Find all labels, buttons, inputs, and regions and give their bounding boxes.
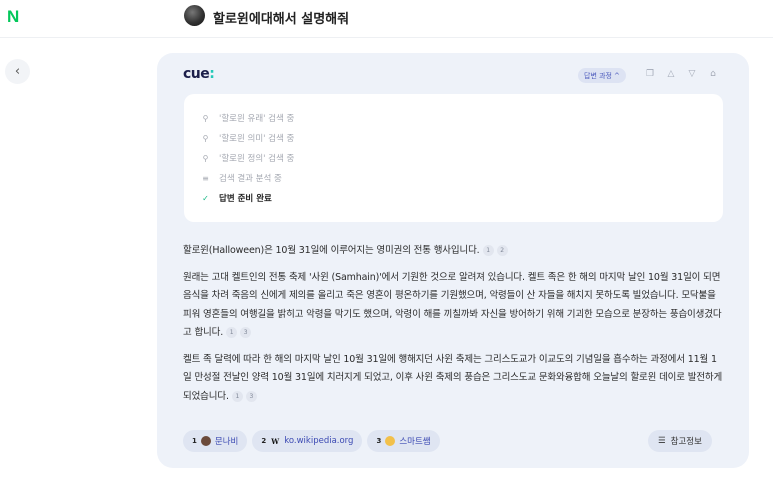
avatar xyxy=(184,5,205,26)
citation-badge[interactable]: 1 xyxy=(482,245,494,256)
source-label: 스마트쌤 xyxy=(399,437,431,447)
back-button[interactable]: ‹ xyxy=(5,59,30,84)
citation-badge[interactable]: 1 xyxy=(231,390,243,402)
source-list: 1 문나비 2 W ko.wikipedia.org 3 스마트쌤 xyxy=(183,430,440,452)
search-icon: ⚲ xyxy=(202,133,209,143)
answer-card: cue: 답변 과정 ^ ❐ △ ▽ ⌂ ⚲ '할로윈 유래' 검색 중 ⚲ '… xyxy=(157,53,749,468)
answer-paragraph: 원래는 고대 켈트인의 전통 축제 '사윈 (Samhain)'에서 기원한 것… xyxy=(183,271,722,338)
search-steps-panel: ⚲ '할로윈 유래' 검색 중 ⚲ '할로윈 의미' 검색 중 ⚲ '할로윈 정… xyxy=(184,94,723,222)
thumbs-up-icon[interactable]: △ xyxy=(665,68,677,80)
step-text: '할로윈 의미' 검색 중 xyxy=(219,134,295,144)
top-bar: N 할로윈에대해서 설명해줘 xyxy=(0,0,773,38)
step-item: ⚲ '할로윈 의미' 검색 중 xyxy=(201,131,295,145)
step-text: '할로윈 유래' 검색 중 xyxy=(219,114,295,124)
step-item: ≡ 검색 결과 분석 중 xyxy=(201,171,282,185)
search-icon: ⚲ xyxy=(202,153,209,163)
wikipedia-icon: W xyxy=(271,436,280,446)
source-label: 문나비 xyxy=(214,437,239,447)
citation-badge[interactable]: 2 xyxy=(496,245,508,256)
answer-process-button[interactable]: 답변 과정 ^ xyxy=(578,68,626,83)
answer-paragraph: 할로윈(Halloween)은 10월 31일에 이루어지는 영미권의 전통 행… xyxy=(183,242,723,261)
reference-label: 참고정보 xyxy=(670,437,702,447)
step-text: 답변 준비 완료 xyxy=(219,194,272,204)
copy-icon[interactable]: ❐ xyxy=(644,68,656,80)
reference-info-button[interactable]: ☰ 참고정보 xyxy=(648,430,712,452)
step-item: ⚲ '할로윈 정의' 검색 중 xyxy=(201,151,295,165)
chevron-up-icon: ^ xyxy=(614,71,620,80)
source-chip-wikipedia[interactable]: 2 W ko.wikipedia.org xyxy=(252,430,363,452)
citation-badge[interactable]: 3 xyxy=(245,390,257,402)
list-icon: ☰ xyxy=(658,436,666,446)
step-text: 검색 결과 분석 중 xyxy=(219,174,282,184)
answer-body: 할로윈(Halloween)은 10월 31일에 이루어지는 영미권의 전통 행… xyxy=(183,242,723,414)
smart-icon xyxy=(385,436,396,446)
thumbs-down-icon[interactable]: ▽ xyxy=(686,68,698,80)
source-chip-smart[interactable]: 3 스마트쌤 xyxy=(367,430,440,452)
step-item: ⚲ '할로윈 유래' 검색 중 xyxy=(201,111,295,125)
save-icon[interactable]: ⌂ xyxy=(707,68,719,80)
source-number: 1 xyxy=(192,437,197,445)
answer-paragraph: 켈트 족 달력에 따라 한 해의 마지막 날인 10월 31일에 행해지던 사윈… xyxy=(183,353,723,402)
cue-logo: cue: xyxy=(183,66,215,82)
source-label: ko.wikipedia.org xyxy=(284,436,354,446)
lines-icon: ≡ xyxy=(202,173,209,183)
step-item-complete: ✓ 답변 준비 완료 xyxy=(201,191,272,205)
munabi-icon xyxy=(200,436,211,446)
check-icon: ✓ xyxy=(202,193,209,203)
step-text: '할로윈 정의' 검색 중 xyxy=(219,154,295,164)
naver-logo[interactable]: N xyxy=(7,7,19,27)
citation-badge[interactable]: 1 xyxy=(226,327,238,338)
citation-badge[interactable]: 3 xyxy=(240,327,252,338)
source-chip-munabi[interactable]: 1 문나비 xyxy=(183,430,248,452)
chevron-left-icon: ‹ xyxy=(14,64,21,79)
search-icon: ⚲ xyxy=(202,113,209,123)
source-number: 3 xyxy=(376,437,382,445)
page-title: 할로윈에대해서 설명해줘 xyxy=(213,12,350,27)
source-number: 2 xyxy=(261,437,267,445)
process-label: 답변 과정 xyxy=(584,71,612,80)
